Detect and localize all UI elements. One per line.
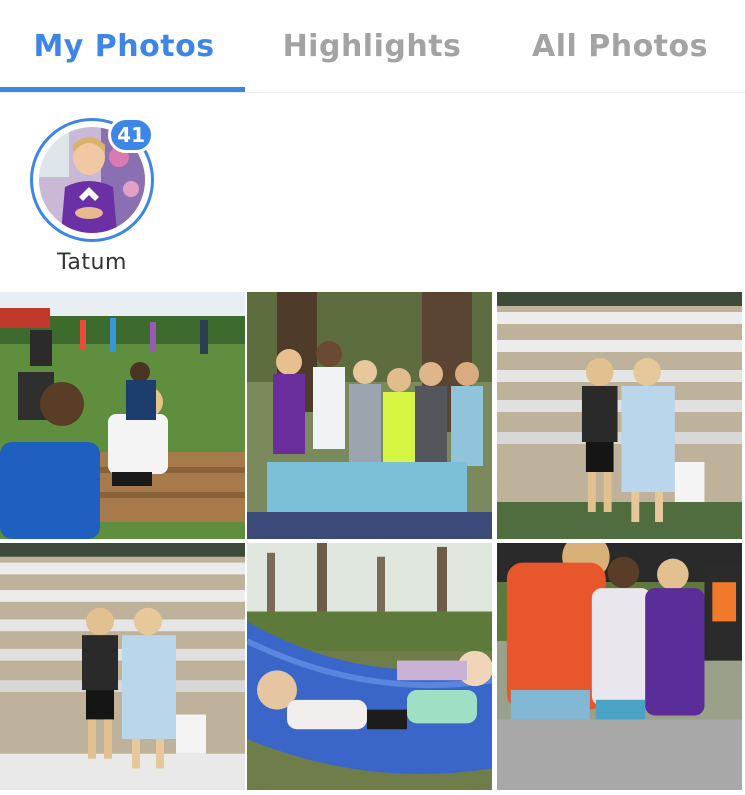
tab-all-photos[interactable]: All Photos <box>496 0 744 93</box>
photo-thumbnail[interactable] <box>247 543 492 790</box>
tab-highlights[interactable]: Highlights <box>248 0 496 93</box>
person-tatum[interactable]: 41 Tatum <box>28 117 156 275</box>
active-tab-indicator <box>0 87 245 92</box>
tab-my-photos[interactable]: My Photos <box>0 0 248 93</box>
photo-thumbnail[interactable] <box>497 292 742 539</box>
photo-thumbnail[interactable] <box>247 292 492 539</box>
photo-count-badge: 41 <box>108 117 154 153</box>
photo-grid <box>0 292 745 795</box>
tab-bar: My Photos Highlights All Photos <box>0 0 745 93</box>
photo-thumbnail[interactable] <box>0 292 245 539</box>
photo-thumbnail[interactable] <box>497 543 742 790</box>
avatar-ring: 41 <box>30 117 154 242</box>
photo-thumbnail[interactable] <box>0 543 245 790</box>
person-name: Tatum <box>57 250 127 275</box>
